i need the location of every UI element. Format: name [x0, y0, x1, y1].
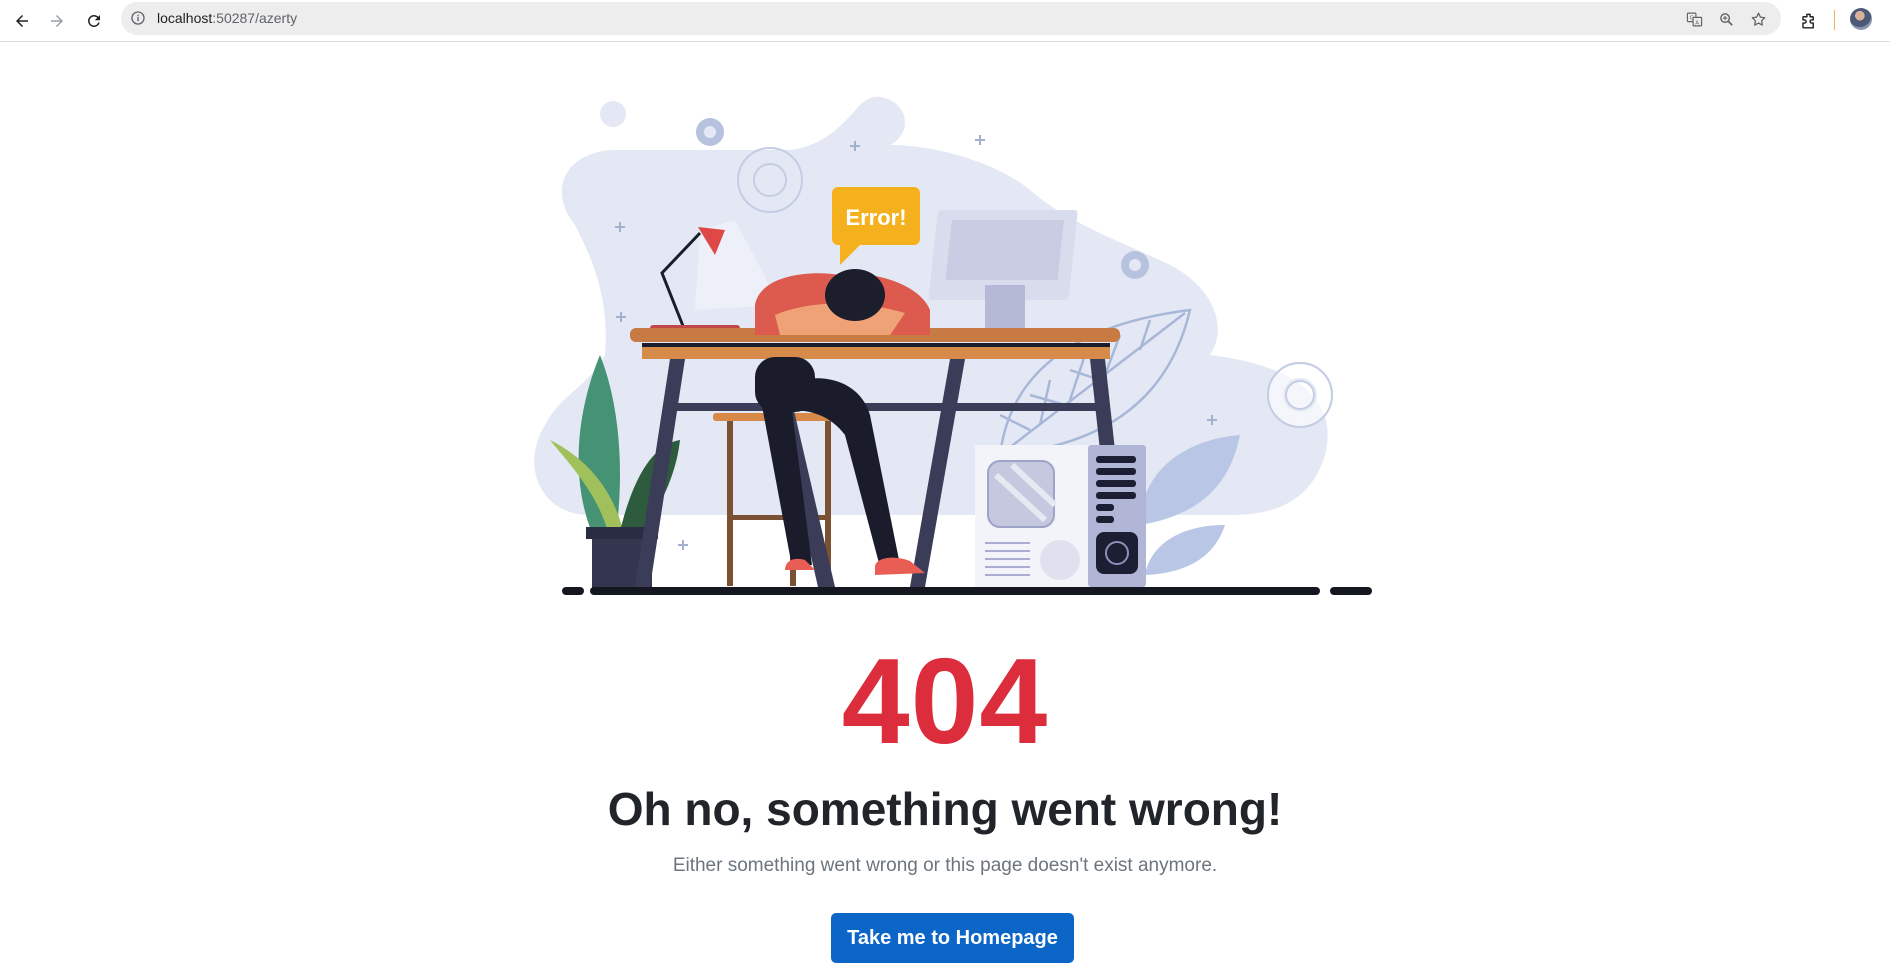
svg-text:G: G: [1689, 15, 1693, 21]
profile-avatar[interactable]: [1850, 8, 1872, 30]
bookmark-star-icon[interactable]: [1747, 8, 1769, 30]
error-message: Either something went wrong or this page…: [672, 855, 1218, 876]
zoom-icon[interactable]: [1715, 8, 1737, 30]
floor-line: [562, 587, 1372, 595]
url-path: :50287/azerty: [212, 10, 298, 26]
browser-toolbar: localhost:50287/azerty GA: [0, 0, 1890, 42]
url-text[interactable]: localhost:50287/azerty: [157, 10, 297, 26]
extensions-icon[interactable]: [1791, 4, 1825, 38]
svg-text:A: A: [1695, 20, 1699, 26]
site-info-icon[interactable]: [129, 9, 147, 27]
document-box: [975, 445, 1095, 587]
forward-button[interactable]: [40, 4, 74, 38]
bubble-text: Error!: [845, 205, 906, 230]
reload-button[interactable]: [77, 4, 111, 38]
reload-icon: [88, 14, 100, 27]
url-host: localhost: [157, 10, 213, 26]
error-code: 404: [841, 633, 1049, 769]
pc-tower: [1088, 445, 1146, 587]
back-icon: [16, 15, 28, 27]
homepage-button[interactable]: Take me to Homepage: [831, 913, 1074, 963]
forward-icon: [51, 15, 63, 27]
translate-icon[interactable]: GA: [1683, 8, 1705, 30]
toolbar-divider: [1834, 10, 1835, 30]
error-illustration: Error!: [534, 96, 1372, 595]
address-bar[interactable]: localhost:50287/azerty GA: [121, 2, 1781, 35]
back-button[interactable]: [5, 4, 39, 38]
error-title: Oh no, something went wrong!: [607, 783, 1283, 835]
